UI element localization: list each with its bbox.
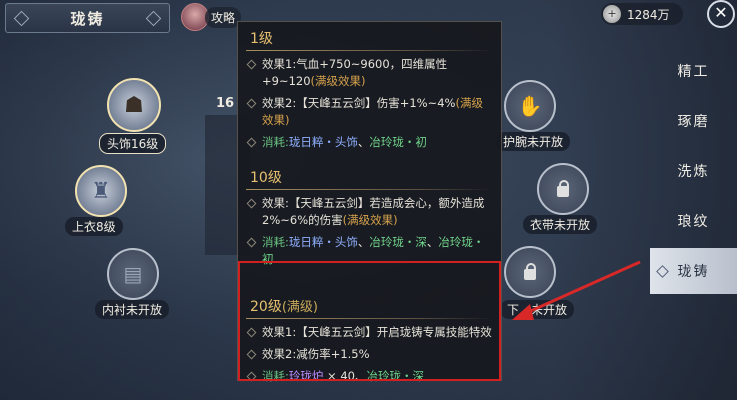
entry-text: (满级效果) [310,74,366,88]
character-icon: ☗ [124,92,144,118]
inner-garment-icon: ▤ [123,262,143,286]
top-icon: ♜ [75,165,127,217]
belt-icon-wrap [537,163,589,215]
entry-text: 效果1:【天峰五云剑】开启珑铸专属技能特效 [262,325,492,339]
bullet-icon [246,137,257,148]
slot-label: 上衣8级 [65,217,123,236]
slot-wrist[interactable]: ✋ 护腕未开放 [496,80,571,151]
entry-text: 珑日粹・头饰 [288,135,358,149]
slot-label: 内衬未开放 [95,300,170,319]
tooltip-level-title: 10级 [238,161,501,189]
side-menu: 精工 琢磨 洗炼 琅纹 珑铸 [650,48,737,298]
menu-item-label: 琢磨 [677,114,710,130]
diamond-ornament-icon [145,10,162,27]
entry-text: 消耗: [262,135,289,149]
slot-label-prefix: 下 [507,303,520,317]
menu-item-jinggong[interactable]: 精工 [650,48,737,94]
slot-belt[interactable]: 衣带未开放 [523,163,598,234]
entry-text: 效果2:减伤率+1.5% [262,347,370,361]
slot-top[interactable]: ♜ 上衣8级 [65,165,127,236]
tooltip-level-title: 1级 [238,22,501,50]
coin-icon: + [603,5,621,23]
menu-item-xilian[interactable]: 洗炼 [650,148,737,194]
tooltip-entry: 效果2:减伤率+1.5% [238,346,501,363]
bullet-icon [246,198,257,209]
entry-text: 冶玲珑・深 [366,369,424,383]
page-title-bar: 珑铸 [5,3,170,33]
close-button[interactable]: ✕ [707,0,735,28]
tooltip-entry: 效果:【天峰五云剑】若造成会心，额外造成2%~6%的伤害(满级效果) [238,195,501,229]
currency-display: + 1284万 [601,3,683,25]
entry-text: 、 [426,235,439,249]
selected-diamond-icon [656,265,669,278]
menu-item-label: 洗炼 [677,164,710,180]
entry-text: × 40、 [323,369,367,383]
level-divider [246,318,493,319]
level-badge: 16 [216,96,235,111]
tooltip-entry: 消耗:玲珑炉 × 40、冶玲珑・深 [238,368,501,385]
currency-amount: 1284万 [627,7,670,22]
slot-bottom[interactable]: 下未开放 [500,246,575,319]
robe-icon: ♜ [91,178,111,204]
guide-button[interactable]: 攻略 [181,3,242,31]
menu-item-zhuomo[interactable]: 琢磨 [650,98,737,144]
entry-text: (满级效果) [342,213,398,227]
slot-label: 下未开放 [500,300,575,319]
wrist-icon: ✋ [504,80,556,132]
bullet-icon [246,371,257,382]
close-icon: ✕ [714,3,728,22]
level-title-text: 1级 [250,31,273,47]
level-title-text: 10级 [250,170,282,186]
level-title-suffix: (满级) [281,300,318,315]
upgrade-tooltip: 1级效果1:气血+750~9600，四维属性+9~120(满级效果) 效果2:【天… [237,21,502,383]
tooltip-entry: 消耗:珑日粹・头饰、冶玲珑・深、冶玲珑・初 [238,234,501,268]
lock-icon [524,262,536,280]
level-divider [246,189,493,190]
level-title-text: 20级 [250,299,282,315]
bottom-icon-wrap [504,246,556,298]
entry-text: 珑日粹・头饰 [288,235,358,249]
menu-item-label: 珑铸 [677,264,710,280]
tooltip-level-title: 20级(满级) [238,290,501,318]
entry-text: 、 [357,235,370,249]
page-title: 珑铸 [70,9,105,28]
menu-item-label: 精工 [677,64,710,80]
diamond-ornament-icon [13,10,30,27]
slot-inner[interactable]: ▤ 内衬未开放 [95,248,170,319]
tooltip-entry: 效果1:气血+750~9600，四维属性+9~120(满级效果) [238,56,501,90]
guide-label: 攻略 [205,6,242,28]
menu-item-longzhu[interactable]: 珑铸 [650,248,737,294]
lock-icon [557,179,569,197]
bracer-icon: ✋ [517,94,543,118]
slot-label: 护腕未开放 [496,132,571,151]
slot-label: 衣带未开放 [523,215,598,234]
headwear-portrait: ☗ [107,78,161,132]
bullet-icon [246,349,257,360]
slot-label-suffix: 未开放 [531,303,568,317]
tooltip-level-section: 1级效果1:气血+750~9600，四维属性+9~120(满级效果) 效果2:【天… [238,22,501,151]
entry-text: 消耗: [262,369,289,383]
tooltip-level-section: 10级效果:【天峰五云剑】若造成会心，额外造成2%~6%的伤害(满级效果) 消耗:… [238,161,501,268]
tooltip-entry: 消耗:珑日粹・头饰、冶玲珑・初 [238,134,501,151]
tooltip-entry: 效果1:【天峰五云剑】开启珑铸专属技能特效 [238,324,501,341]
entry-text: 消耗: [262,235,289,249]
bullet-icon [246,98,257,109]
tooltip-level-section: 20级(满级) 效果1:【天峰五云剑】开启珑铸专属技能特效 效果2:减伤率+1.5%… [238,290,501,385]
entry-text: 玲珑炉 [288,369,324,383]
level-divider [246,50,493,51]
bullet-icon [246,327,257,338]
entry-text: 冶玲珑・初 [369,135,427,149]
tooltip-entry: 效果2:【天峰五云剑】伤害+1%~4%(满级效果) [238,95,501,129]
menu-item-langwen[interactable]: 琅纹 [650,198,737,244]
slot-label: 头饰16级 [99,133,167,154]
slot-headwear[interactable]: ☗ 头饰16级 [99,78,167,154]
entry-text: 效果2:【天峰五云剑】伤害+1%~4% [262,96,456,110]
entry-text: 、 [357,135,370,149]
menu-item-label: 琅纹 [677,214,710,230]
entry-text: 冶玲珑・深 [369,235,427,249]
bullet-icon [246,237,257,248]
inner-icon: ▤ [107,248,159,300]
bullet-icon [246,59,257,70]
